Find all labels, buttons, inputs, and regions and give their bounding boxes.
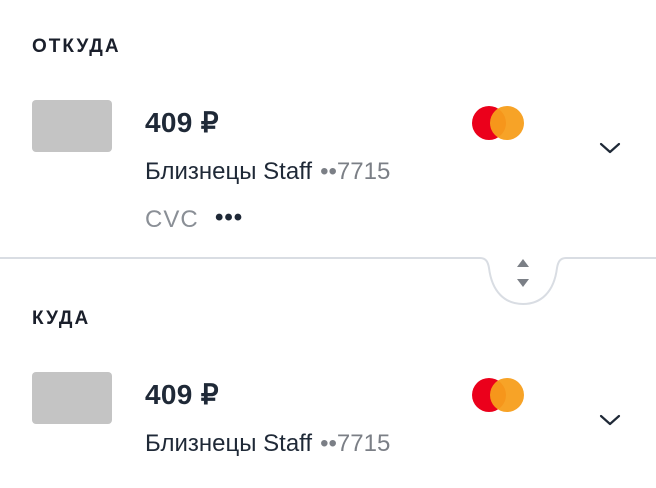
chevron-down-icon[interactable]: [598, 141, 622, 155]
cvc-input[interactable]: •••: [215, 204, 243, 232]
from-card-balance: 409 ₽: [145, 107, 219, 138]
mastercard-icon: [472, 106, 526, 140]
to-card-mask: ••7715: [320, 430, 391, 457]
chevron-down-icon[interactable]: [598, 413, 622, 427]
to-section-title: КУДА: [32, 308, 91, 329]
to-card-name-line: Близнецы Staff ••7715: [145, 430, 390, 458]
from-card-thumbnail: [32, 100, 112, 152]
from-card-name-line: Близнецы Staff ••7715: [145, 158, 390, 186]
section-divider: [0, 257, 656, 306]
swap-arrows-icon[interactable]: [505, 256, 541, 296]
to-card-balance: 409 ₽: [145, 379, 219, 410]
from-card-mask: ••7715: [320, 158, 391, 185]
from-section-title: ОТКУДА: [32, 36, 121, 57]
transfer-form: ОТКУДА 409 ₽ Близнецы Staff ••7715 CVC ••…: [0, 0, 656, 488]
from-card-name: Близнецы Staff: [145, 158, 313, 185]
to-card-name: Близнецы Staff: [145, 430, 313, 457]
mastercard-icon: [472, 378, 526, 412]
to-card-thumbnail: [32, 372, 112, 424]
